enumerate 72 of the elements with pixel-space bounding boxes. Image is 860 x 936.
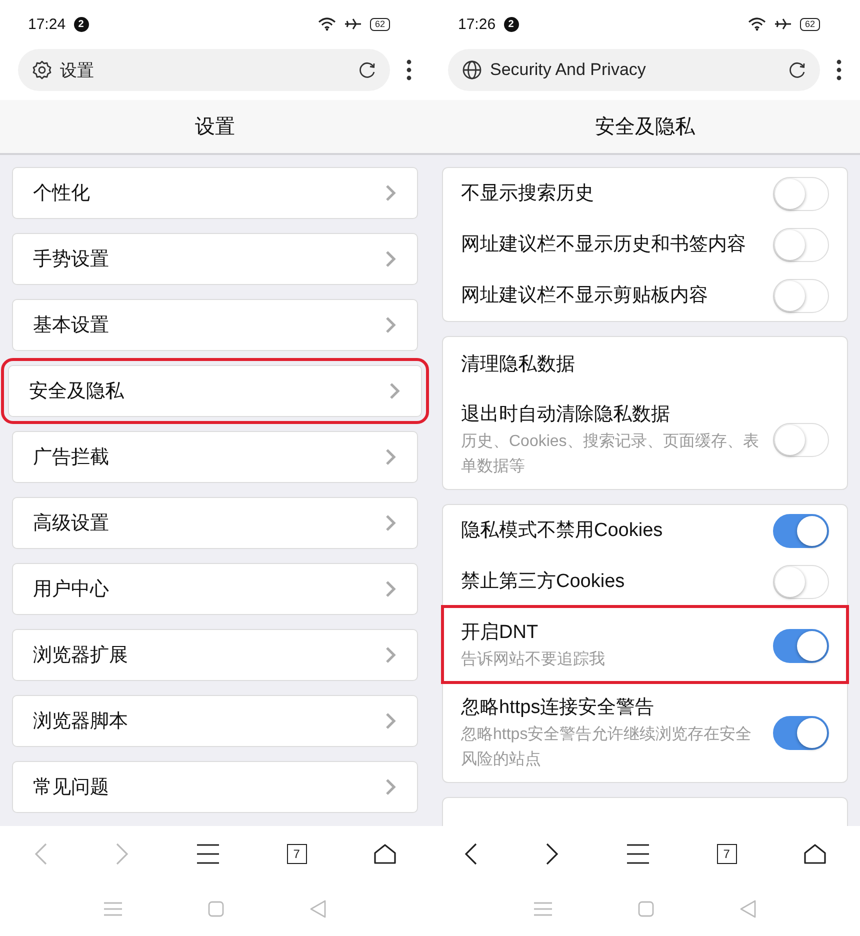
- battery-indicator: 62: [370, 18, 390, 30]
- menu-item[interactable]: 广告拦截: [12, 431, 418, 483]
- menu-icon[interactable]: [196, 844, 219, 864]
- menu-item[interactable]: 个性化: [12, 167, 418, 219]
- setting-row[interactable]: 禁止第三方Cookies: [443, 556, 847, 607]
- address-bar[interactable]: Security And Privacy: [448, 49, 820, 91]
- chevron-icon: [385, 184, 397, 202]
- toggle-switch[interactable]: [773, 628, 829, 662]
- address-text: 设置: [60, 60, 94, 82]
- toggle-switch[interactable]: [773, 514, 829, 548]
- page-title: 设置: [195, 115, 235, 140]
- globe-icon: [462, 60, 482, 80]
- chevron-icon: [385, 778, 397, 796]
- address-bar[interactable]: 设置: [18, 49, 390, 91]
- page-title: 安全及隐私: [595, 115, 695, 140]
- reload-icon[interactable]: [788, 61, 806, 79]
- setting-description: 忽略https安全警告允许继续浏览存在安全风险的站点: [461, 724, 753, 770]
- setting-label: 网址建议栏不显示剪贴板内容: [461, 284, 709, 308]
- setting-label: 禁止第三方Cookies: [461, 570, 626, 594]
- setting-label: 退出时自动清除隐私数据: [461, 403, 671, 427]
- menu-item[interactable]: 常见问题: [12, 761, 418, 813]
- menu-item[interactable]: 浏览器脚本: [12, 695, 418, 747]
- settings-icon: [32, 60, 52, 80]
- setting-row[interactable]: 网址建议栏不显示剪贴板内容: [443, 270, 847, 321]
- setting-label: 忽略https连接安全警告: [461, 696, 656, 720]
- chevron-icon: [389, 382, 401, 400]
- toggle-switch[interactable]: [773, 716, 829, 750]
- tab-count-button[interactable]: 7: [716, 844, 737, 864]
- chevron-icon: [385, 448, 397, 466]
- notification-count: 2: [504, 16, 519, 32]
- back-icon[interactable]: [464, 842, 478, 866]
- menu-item[interactable]: 浏览器扩展: [12, 629, 418, 681]
- airplane-icon: [344, 17, 362, 31]
- address-text: Security And Privacy: [490, 60, 646, 80]
- setting-row[interactable]: 网址建议栏不显示历史和书签内容: [443, 219, 847, 270]
- home-icon[interactable]: [804, 844, 826, 864]
- menu-item[interactable]: 基本设置: [12, 299, 418, 351]
- wifi-icon: [318, 17, 336, 31]
- battery-indicator: 62: [800, 18, 820, 30]
- chevron-icon: [385, 514, 397, 532]
- chevron-icon: [385, 316, 397, 334]
- setting-label: 隐私模式不禁用Cookies: [461, 518, 664, 542]
- status-time: 17:24: [28, 16, 66, 32]
- setting-row[interactable]: 不显示搜索历史: [443, 168, 847, 219]
- menu-item[interactable]: 高级设置: [12, 497, 418, 549]
- tab-count-button[interactable]: 7: [286, 844, 307, 864]
- status-time: 17:26: [458, 16, 496, 32]
- setting-label: 网址建议栏不显示历史和书签内容: [461, 232, 747, 256]
- chevron-icon: [385, 250, 397, 268]
- setting-description: 告诉网站不要追踪我: [461, 650, 606, 670]
- menu-item[interactable]: 手势设置: [12, 233, 418, 285]
- setting-row[interactable]: 隐私模式不禁用Cookies: [443, 505, 847, 556]
- chevron-icon: [385, 712, 397, 730]
- setting-row[interactable]: 退出时自动清除隐私数据 历史、Cookies、搜索记录、页面缓存、表单数据等: [443, 389, 847, 489]
- airplane-icon: [774, 17, 792, 31]
- setting-row[interactable]: 忽略https连接安全警告 忽略https安全警告允许继续浏览存在安全风险的站点: [443, 682, 847, 782]
- reload-icon[interactable]: [358, 61, 376, 79]
- setting-label: 开启DNT: [461, 621, 540, 645]
- menu-item[interactable]: 用户中心: [12, 563, 418, 615]
- menu-icon[interactable]: [626, 844, 649, 864]
- notification-count: 2: [74, 16, 89, 32]
- setting-label: 不显示搜索历史: [461, 182, 595, 206]
- section-heading: 清理隐私数据: [460, 353, 576, 377]
- chevron-icon: [385, 646, 397, 664]
- chevron-icon: [385, 580, 397, 598]
- more-options-icon[interactable]: [836, 59, 842, 81]
- forward-icon[interactable]: [545, 842, 560, 866]
- wifi-icon: [748, 17, 766, 31]
- home-icon[interactable]: [374, 844, 396, 864]
- setting-row[interactable]: 开启DNT 告诉网站不要追踪我: [443, 607, 847, 682]
- setting-description: 历史、Cookies、搜索记录、页面缓存、表单数据等: [461, 432, 760, 477]
- more-options-icon[interactable]: [406, 59, 412, 81]
